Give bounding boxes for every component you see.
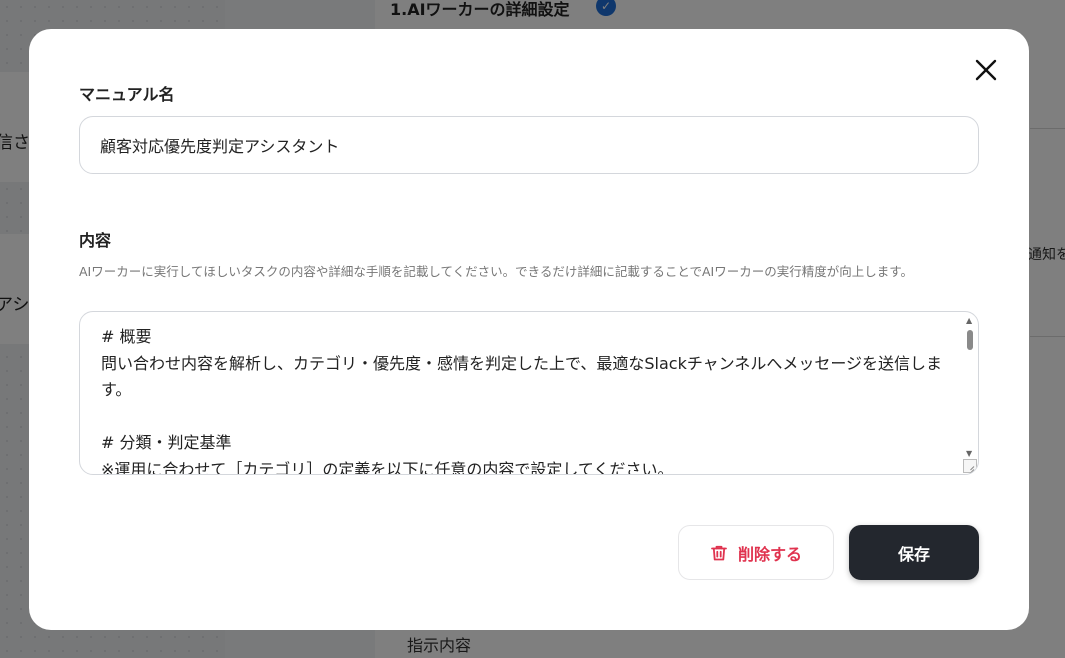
save-button[interactable]: 保存: [849, 525, 979, 580]
delete-button[interactable]: 削除する: [678, 525, 834, 580]
delete-button-label: 削除する: [737, 544, 802, 564]
close-icon: [975, 59, 997, 81]
scroll-thumb[interactable]: [967, 330, 973, 350]
content-textarea[interactable]: # 概要 問い合わせ内容を解析し、カテゴリ・優先度・感情を判定した上で、最適なS…: [79, 311, 979, 475]
content-help-text: AIワーカーに実行してほしいタスクの内容や詳細な手順を記載してください。できるだ…: [79, 264, 913, 279]
manual-name-label: マニュアル名: [79, 85, 175, 104]
scroll-up-icon[interactable]: ▲: [966, 316, 972, 325]
scroll-down-icon[interactable]: ▼: [966, 449, 972, 458]
close-button[interactable]: [973, 57, 999, 83]
manual-name-input[interactable]: [79, 116, 979, 174]
resize-handle[interactable]: [963, 459, 977, 473]
textarea-scrollbar[interactable]: ▲ ▼: [963, 314, 977, 474]
content-text: # 概要 問い合わせ内容を解析し、カテゴリ・優先度・感情を判定した上で、最適なS…: [101, 327, 943, 475]
edit-manual-modal: マニュアル名 内容 AIワーカーに実行してほしいタスクの内容や詳細な手順を記載し…: [29, 29, 1029, 630]
content-label: 内容: [79, 231, 112, 250]
trash-icon: [711, 545, 727, 560]
